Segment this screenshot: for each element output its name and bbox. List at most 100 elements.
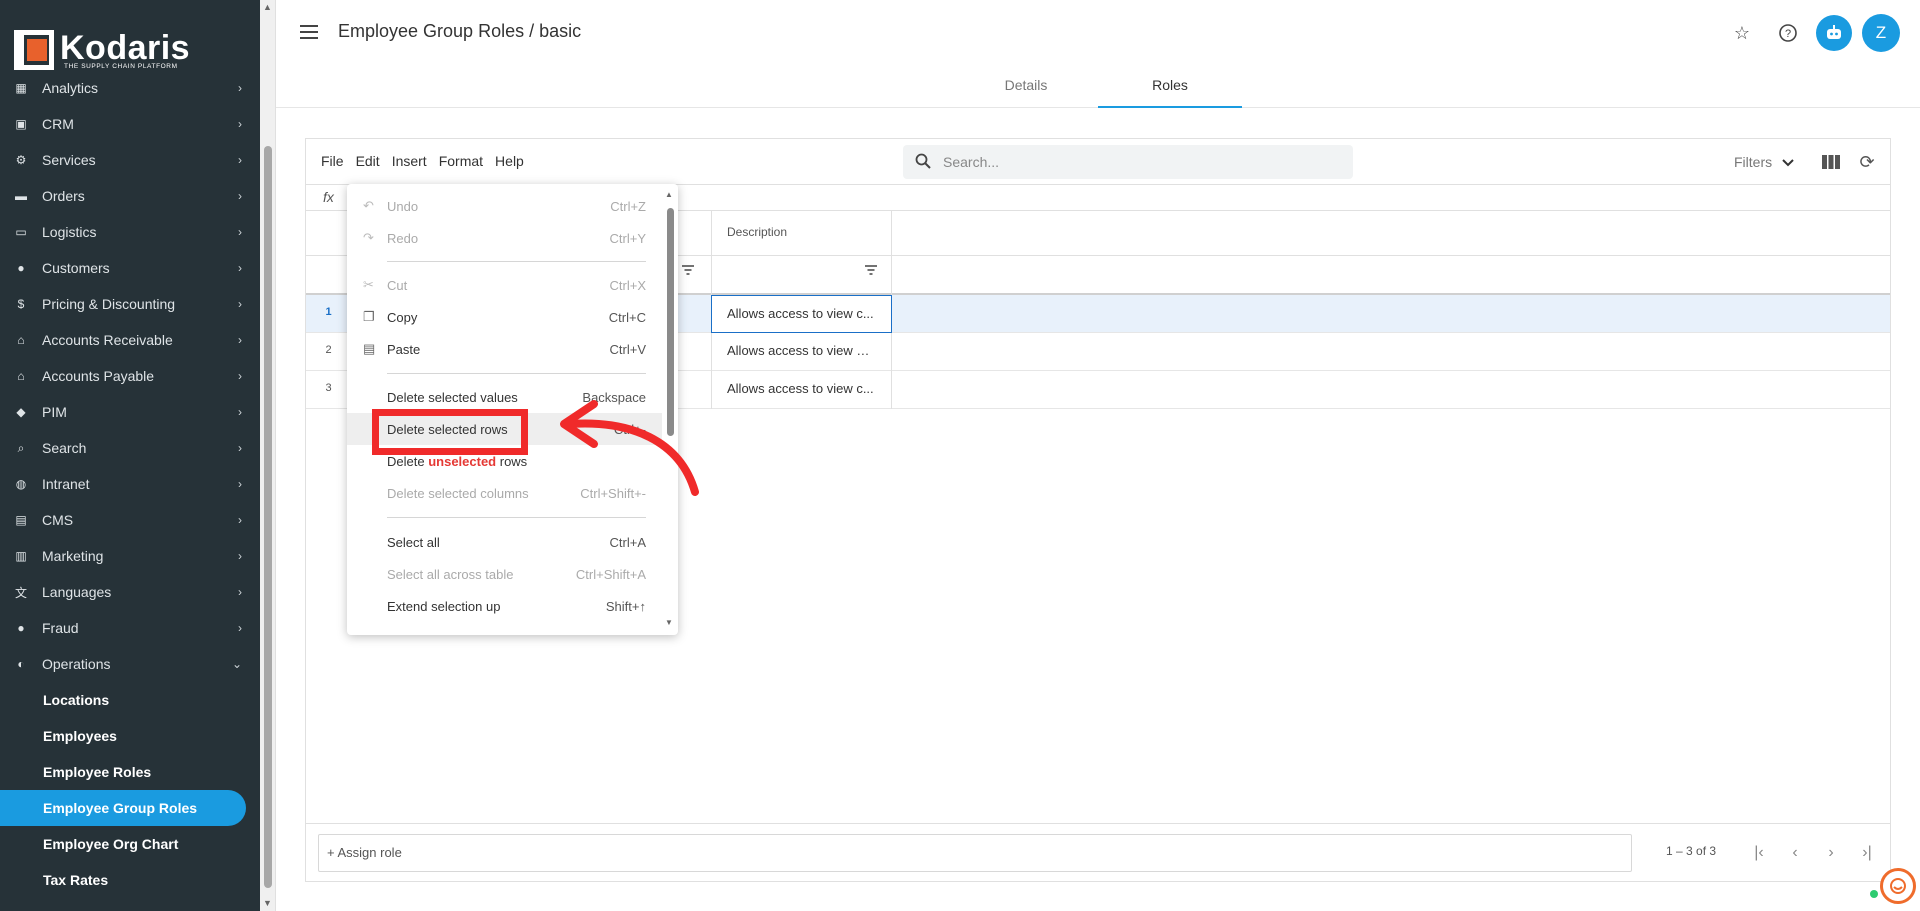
menu-item-cut[interactable]: ✂ Cut Ctrl+X	[347, 269, 662, 301]
scroll-down-icon[interactable]: ▼	[263, 898, 272, 908]
menu-item-undo[interactable]: ↶ Undo Ctrl+Z	[347, 190, 662, 222]
sidebar-item-languages[interactable]: 文 Languages ›	[0, 574, 260, 610]
sidebar-item-label: Analytics	[42, 80, 99, 96]
menu-item-paste[interactable]: ▤ Paste Ctrl+V	[347, 333, 662, 365]
menu-item-delete-unselected-rows[interactable]: Delete unselected rows	[347, 445, 662, 477]
sidebar-subitem-employee-roles[interactable]: Employee Roles	[0, 754, 260, 790]
context-menu-scroll-thumb[interactable]	[667, 208, 674, 436]
sidebar-item-label: Marketing	[42, 548, 104, 564]
sidebar-item-cms[interactable]: ▤ CMS ›	[0, 502, 260, 538]
sidebar-item-label: Customers	[42, 260, 110, 276]
chevron-right-icon: ›	[238, 261, 242, 275]
description-cell[interactable]: Allows access to view c...	[711, 371, 892, 409]
sidebar-subitem-employees[interactable]: Employees	[0, 718, 260, 754]
assign-role-button[interactable]: + Assign role	[318, 834, 1632, 872]
sidebar-subitem-employee-org-chart[interactable]: Employee Org Chart	[0, 826, 260, 862]
sidebar-item-accounts-receivable[interactable]: ⌂ Accounts Receivable ›	[0, 322, 260, 358]
menu-item-delete-selected-rows[interactable]: Delete selected rows Ctrl+-	[347, 413, 662, 445]
hamburger-menu-icon[interactable]	[298, 22, 320, 44]
chevron-right-icon: ›	[238, 549, 242, 563]
chevron-down-icon: ⌄	[231, 657, 242, 671]
logo-wordmark: Kodaris	[60, 28, 191, 67]
tab-roles[interactable]: Roles	[1098, 70, 1242, 108]
filters-label: Filters	[1734, 154, 1773, 170]
menu-insert[interactable]: Insert	[392, 153, 427, 169]
undo-icon: ↶	[363, 198, 374, 213]
column-header-description[interactable]: Description	[711, 211, 892, 295]
last-page-icon[interactable]: ›|	[1854, 840, 1880, 866]
sidebar-item-label: Pricing & Discounting	[42, 296, 176, 312]
kodaris-logo[interactable]: Kodaris THE SUPPLY CHAIN PLATFORM	[14, 30, 190, 70]
sidebar-item-pim[interactable]: ◆ PIM ›	[0, 394, 260, 430]
tab-details[interactable]: Details	[954, 70, 1098, 108]
help-icon[interactable]: ?	[1770, 15, 1806, 51]
menu-item-select-all-across-table[interactable]: Select all across table Ctrl+Shift+A	[347, 558, 662, 590]
sidebar-item-label: Accounts Receivable	[42, 332, 173, 348]
context-menu-scrollbar[interactable]: ▲ ▼	[664, 190, 676, 629]
description-cell[interactable]: Allows access to view c...	[711, 295, 892, 333]
assistant-bot-icon[interactable]	[1816, 15, 1852, 51]
filter-icon[interactable]	[865, 264, 877, 278]
sidebar-item-label: CMS	[42, 512, 74, 528]
menu-item-delete-selected-columns[interactable]: Delete selected columns Ctrl+Shift+-	[347, 477, 662, 509]
sidebar-item-intranet[interactable]: ◍ Intranet ›	[0, 466, 260, 502]
sidebar-item-label: Logistics	[42, 224, 97, 240]
user-avatar[interactable]: Z	[1862, 14, 1900, 52]
menu-format[interactable]: Format	[439, 153, 483, 169]
chevron-right-icon: ›	[238, 369, 242, 383]
edit-context-menu: ↶ Undo Ctrl+Z ↷ Redo Ctrl+Y ✂ Cut Ctrl+X…	[347, 184, 678, 635]
sidebar-item-label: PIM	[42, 404, 67, 420]
tag-icon: ◆	[16, 405, 26, 419]
menu-item-select-all[interactable]: Select all Ctrl+A	[347, 526, 662, 558]
menu-file[interactable]: File	[321, 153, 344, 169]
sidebar-item-label: Operations	[42, 656, 111, 672]
sidebar-subitem-employee-group-roles[interactable]: Employee Group Roles	[0, 790, 246, 826]
menu-item-delete-selected-values[interactable]: Delete selected values Backspace	[347, 381, 662, 413]
sidebar-item-search[interactable]: ⌕ Search ›	[0, 430, 260, 466]
truck-icon: ▬	[15, 189, 27, 203]
sidebar-subitem-locations[interactable]: Locations	[0, 682, 260, 718]
menu-item-extend-selection-up[interactable]: Extend selection up Shift+↑	[347, 590, 662, 622]
chevron-right-icon: ›	[238, 405, 242, 419]
sidebar-nav: ▦ Analytics › ▣ CRM › ⚙ Services › ▬ Ord…	[0, 80, 260, 898]
sidebar-item-crm[interactable]: ▣ CRM ›	[0, 106, 260, 142]
filters-dropdown[interactable]: Filters	[1734, 154, 1794, 170]
star-icon[interactable]: ☆	[1724, 15, 1760, 51]
sidebar-scroll-thumb[interactable]	[264, 146, 272, 888]
sidebar-item-fraud[interactable]: ● Fraud ›	[0, 610, 260, 646]
description-cell[interactable]: Allows access to view pr...	[711, 333, 892, 371]
sidebar-item-customers[interactable]: ● Customers ›	[0, 250, 260, 286]
menu-help[interactable]: Help	[495, 153, 524, 169]
row-number: 3	[325, 382, 332, 394]
menu-edit[interactable]: Edit	[356, 153, 380, 169]
refresh-icon[interactable]: ⟳	[1856, 151, 1878, 173]
scroll-down-icon[interactable]: ▼	[665, 618, 673, 627]
sidebar-item-services[interactable]: ⚙ Services ›	[0, 142, 260, 178]
sidebar-item-orders[interactable]: ▬ Orders ›	[0, 178, 260, 214]
sidebar-item-label: Orders	[42, 188, 85, 204]
filter-icon[interactable]	[682, 264, 694, 278]
sidebar-subitem-tax-rates[interactable]: Tax Rates	[0, 862, 260, 898]
scroll-up-icon[interactable]: ▲	[665, 190, 673, 199]
sidebar-item-pricing[interactable]: $ Pricing & Discounting ›	[0, 286, 260, 322]
chevron-right-icon: ›	[238, 189, 242, 203]
sidebar-item-operations[interactable]: ◐ Operations ⌄	[0, 646, 260, 682]
sidebar-item-marketing[interactable]: ▥ Marketing ›	[0, 538, 260, 574]
page-title: Employee Group Roles / basic	[338, 21, 582, 41]
logistics-icon: ▭	[15, 225, 27, 239]
sidebar-item-analytics[interactable]: ▦ Analytics ›	[0, 70, 260, 106]
sidebar-item-accounts-payable[interactable]: ⌂ Accounts Payable ›	[0, 358, 260, 394]
sidebar-item-label: Accounts Payable	[42, 368, 155, 384]
sidebar-scrollbar[interactable]: ▲ ▼	[260, 0, 276, 911]
prev-page-icon[interactable]: ‹	[1782, 840, 1808, 866]
menu-item-copy[interactable]: ❐ Copy Ctrl+C	[347, 301, 662, 333]
sidebar-item-logistics[interactable]: ▭ Logistics ›	[0, 214, 260, 250]
first-page-icon[interactable]: |‹	[1746, 840, 1772, 866]
next-page-icon[interactable]: ›	[1818, 840, 1844, 866]
scroll-up-icon[interactable]: ▲	[263, 2, 272, 12]
chat-support-icon[interactable]	[1880, 868, 1916, 904]
columns-icon[interactable]	[1820, 151, 1842, 173]
sidebar-item-label: Intranet	[42, 476, 90, 492]
search-input[interactable]	[943, 154, 1323, 170]
menu-item-redo[interactable]: ↷ Redo Ctrl+Y	[347, 222, 662, 254]
